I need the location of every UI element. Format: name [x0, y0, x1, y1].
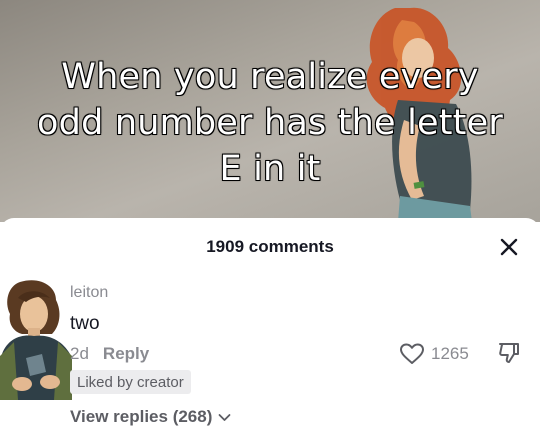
caption-line-1: When you realize every: [60, 56, 479, 98]
comments-sheet: 1909 comments leiton two 2d Reply Liked …: [0, 218, 540, 437]
close-icon: [500, 238, 518, 256]
comment-username[interactable]: leiton: [70, 284, 108, 302]
like-count: 1265: [431, 344, 469, 363]
chevron-down-icon: [218, 413, 231, 421]
liked-by-creator-label: Liked by creator: [77, 373, 184, 391]
view-replies-label: View replies (268): [70, 407, 213, 426]
view-replies-button[interactable]: View replies (268): [70, 407, 231, 427]
caption-line-3: E in it: [219, 148, 322, 190]
caption-line-2: odd number has the letter: [36, 102, 503, 144]
dislike-button[interactable]: [497, 341, 521, 365]
heart-outline-icon: [400, 343, 424, 364]
comments-count-title: 1909 comments: [206, 237, 334, 256]
comment-meta: 2d Reply: [70, 344, 149, 364]
thumbs-down-icon: [499, 343, 519, 363]
close-button[interactable]: [496, 234, 522, 260]
like-button[interactable]: 1265: [399, 342, 469, 366]
video-caption: When you realize every odd number has th…: [0, 54, 540, 192]
liked-by-creator-badge: Liked by creator: [70, 370, 191, 394]
comment-text: two: [70, 313, 100, 334]
reply-button[interactable]: Reply: [103, 344, 149, 364]
video-frame[interactable]: When you realize every odd number has th…: [0, 0, 540, 222]
comment-age: 2d: [70, 344, 89, 363]
